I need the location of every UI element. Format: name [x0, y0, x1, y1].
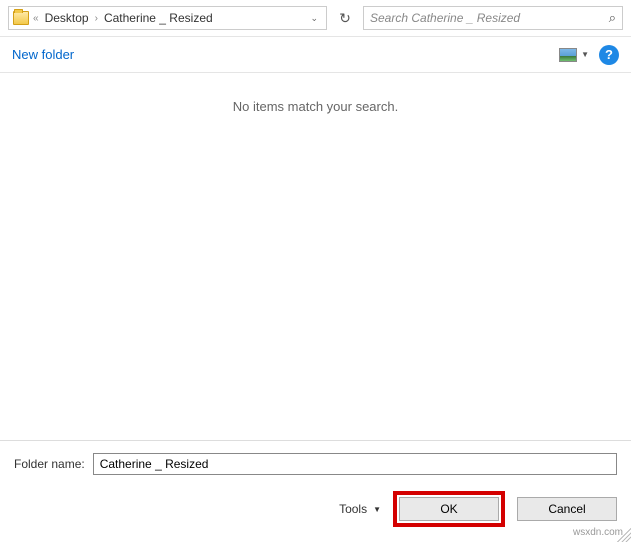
tools-label: Tools [339, 502, 367, 516]
folder-name-label: Folder name: [14, 457, 85, 471]
toolbar: New folder ▼ ? [0, 37, 631, 73]
address-search-bar: « Desktop › Catherine _ Resized ⌄ ↻ ⌕ [0, 0, 631, 37]
ok-highlight: OK [393, 491, 505, 527]
tools-button[interactable]: Tools ▼ [339, 502, 381, 516]
folder-name-input[interactable] [93, 453, 617, 475]
resize-grip[interactable] [617, 528, 631, 542]
overflow-indicator[interactable]: « [33, 13, 39, 24]
watermark: wsxdn.com [573, 527, 623, 538]
cancel-button[interactable]: Cancel [517, 497, 617, 521]
help-icon: ? [605, 47, 613, 62]
refresh-button[interactable]: ↻ [333, 6, 357, 30]
refresh-icon: ↻ [339, 10, 351, 27]
ok-button[interactable]: OK [399, 497, 499, 521]
breadcrumb[interactable]: « Desktop › Catherine _ Resized ⌄ [8, 6, 327, 30]
search-input[interactable] [370, 11, 609, 25]
search-box[interactable]: ⌕ [363, 6, 623, 30]
chevron-down-icon: ▼ [373, 505, 381, 514]
breadcrumb-current[interactable]: Catherine _ Resized [102, 11, 215, 25]
empty-message: No items match your search. [233, 99, 398, 114]
picture-icon [559, 48, 577, 62]
file-list-area: No items match your search. [0, 73, 631, 441]
new-folder-button[interactable]: New folder [12, 47, 74, 62]
chevron-down-icon: ▼ [581, 50, 589, 59]
breadcrumb-parent[interactable]: Desktop [43, 11, 91, 25]
help-button[interactable]: ? [599, 45, 619, 65]
bottom-panel: Folder name: Tools ▼ OK Cancel [0, 441, 631, 537]
history-dropdown-icon[interactable]: ⌄ [306, 13, 322, 24]
breadcrumb-separator: › [95, 13, 98, 24]
search-icon[interactable]: ⌕ [609, 10, 616, 26]
view-mode-button[interactable]: ▼ [559, 48, 589, 62]
folder-icon [13, 11, 29, 25]
